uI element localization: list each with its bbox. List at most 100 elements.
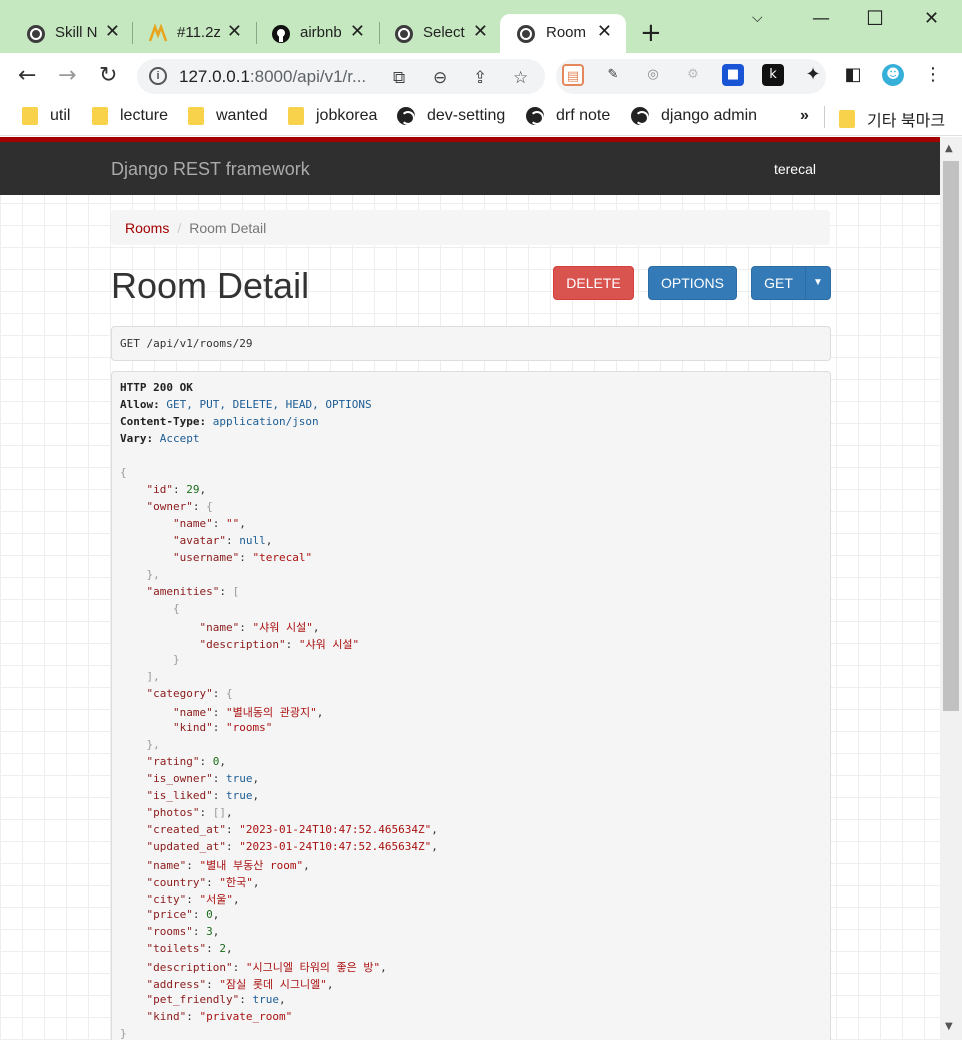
tab-skill[interactable]: Skill N ✕ <box>0 14 132 53</box>
request-info: GET /api/v1/rooms/29 <box>111 326 831 361</box>
eyedropper-icon[interactable]: ✎ <box>602 64 624 86</box>
tab-issue[interactable]: #11.2z ✕ <box>122 14 254 53</box>
json-line: "created_at": "2023-01-24T10:47:52.46563… <box>146 823 438 836</box>
k-extension-icon[interactable]: k <box>762 64 784 86</box>
bookmark-star-icon[interactable]: ☆ <box>513 68 528 88</box>
globe-icon <box>395 25 413 43</box>
response-info: HTTP 200 OK Allow: GET, PUT, DELETE, HEA… <box>111 371 831 1040</box>
bookmarks-overflow-button[interactable]: » <box>800 107 809 125</box>
json-line: "name": "", <box>172 517 246 530</box>
reload-icon[interactable]: ↻ <box>99 63 117 88</box>
avatar[interactable]: ☻ <box>882 64 904 86</box>
window-close-button[interactable]: ✕ <box>924 8 939 29</box>
tab-strip: Skill N ✕ #11.2z ✕ airbnb ✕ Select ✕ Roo… <box>0 0 962 53</box>
bookmark-label: django admin <box>661 107 758 124</box>
json-line: "kind": "rooms" <box>172 721 273 734</box>
page-scrollbar[interactable]: ▲ ▼ <box>940 137 962 1040</box>
bookmark-divider <box>824 106 825 128</box>
github-icon <box>272 25 290 43</box>
site-info-icon[interactable]: i <box>149 67 167 85</box>
url-text[interactable]: 127.0.0.1:8000/api/v1/r... <box>179 67 366 87</box>
folder-icon <box>288 107 304 125</box>
json-line: "address": "잠실 롯데 시그니엘", <box>146 978 334 991</box>
bookmark-wanted[interactable]: wanted <box>188 107 268 125</box>
tab-room[interactable]: Room ✕ <box>500 14 626 53</box>
new-tab-button[interactable]: + <box>640 18 662 48</box>
scroll-up-icon[interactable]: ▲ <box>945 143 953 154</box>
response-header: Content-Type: application/json <box>120 415 319 428</box>
tab-search-icon[interactable]: ⌵ <box>752 10 763 26</box>
puzzle-icon[interactable]: ✦ <box>802 64 824 86</box>
json-line: "description": "시그니엘 타워의 좋은 방", <box>146 961 387 974</box>
close-icon[interactable]: ✕ <box>597 21 612 42</box>
json-line: "description": "샤워 시설" <box>199 638 360 651</box>
bookmark-drf-note[interactable]: drf note <box>526 107 610 125</box>
tab-airbnb[interactable]: airbnb ✕ <box>245 14 377 53</box>
caret-down-icon: ▼ <box>813 277 823 288</box>
bookmark-django-admin[interactable]: django admin <box>631 107 757 125</box>
extension-tab-icon[interactable]: ▤ <box>562 64 584 86</box>
close-icon[interactable]: ✕ <box>227 21 242 42</box>
scroll-down-icon[interactable]: ▼ <box>945 1021 953 1032</box>
globe-icon <box>397 107 415 125</box>
tab-title: Select <box>423 24 465 41</box>
extension-circle-icon[interactable]: ◎ <box>642 64 664 86</box>
get-button[interactable]: GET <box>751 266 806 300</box>
bookmark-label: dev-setting <box>427 107 506 124</box>
menu-icon[interactable]: ⋮ <box>922 64 944 86</box>
bookmarks-bar: util lecture wanted jobkorea dev-setting… <box>0 100 962 136</box>
url-path: :8000/api/v1/r... <box>249 67 367 86</box>
share-icon[interactable]: ⇪ <box>473 68 487 88</box>
maximize-button[interactable]: ☐ <box>866 6 884 30</box>
folder-icon <box>22 107 38 125</box>
json-line: "owner": { <box>146 500 213 513</box>
bookmark-jobkorea[interactable]: jobkorea <box>288 107 377 125</box>
scrollbar-thumb[interactable] <box>943 161 959 711</box>
bookmark-util[interactable]: util <box>22 107 70 125</box>
tab-select[interactable]: Select ✕ <box>368 14 500 53</box>
breadcrumb-rooms-link[interactable]: Rooms <box>125 220 169 236</box>
bookmark-dev-setting[interactable]: dev-setting <box>397 107 505 125</box>
json-line: "country": "한국", <box>146 876 260 889</box>
delete-button[interactable]: DELETE <box>553 266 634 300</box>
close-icon[interactable]: ✕ <box>105 21 120 42</box>
breadcrumb-current: Room Detail <box>189 220 267 236</box>
options-button[interactable]: OPTIONS <box>648 266 737 300</box>
side-panel-icon[interactable]: ◧ <box>842 64 864 86</box>
page-viewport: Django REST framework terecal Rooms / Room… <box>0 137 940 1040</box>
translate-icon[interactable]: ⧉ <box>393 68 405 88</box>
json-line: "name": "별내 부동산 room", <box>146 859 310 872</box>
folder-icon <box>839 110 855 128</box>
json-line: "category": { <box>146 687 233 700</box>
url-host: 127.0.0.1 <box>179 67 250 86</box>
json-line: "avatar": null, <box>172 534 273 547</box>
close-icon[interactable]: ✕ <box>350 21 365 42</box>
bookmark-lecture[interactable]: lecture <box>92 107 168 125</box>
bookmark-label: wanted <box>216 107 268 124</box>
folder-icon <box>92 107 108 125</box>
address-bar[interactable]: i 127.0.0.1:8000/api/v1/r... ⧉ ⊖ ⇪ ☆ <box>137 59 545 94</box>
json-line: "rooms": 3, <box>146 925 220 938</box>
folder-icon <box>188 107 204 125</box>
globe-icon <box>526 107 544 125</box>
forward-icon[interactable]: → <box>58 63 76 88</box>
minimize-button[interactable]: — <box>812 8 830 29</box>
zoom-app-icon[interactable]: ■ <box>722 64 744 86</box>
json-line: "pet_friendly": true, <box>146 993 286 1006</box>
brand-link[interactable]: Django REST framework <box>111 159 310 180</box>
close-icon[interactable]: ✕ <box>473 21 488 42</box>
globe-icon <box>27 25 45 43</box>
user-menu[interactable]: terecal <box>774 161 816 177</box>
zoom-icon[interactable]: ⊖ <box>433 68 447 88</box>
json-line: "rating": 0, <box>146 755 226 768</box>
back-icon[interactable]: ← <box>18 63 36 88</box>
json-line: "id": 29, <box>146 483 207 496</box>
m-logo-icon <box>148 24 168 42</box>
bookmark-label: jobkorea <box>316 107 378 124</box>
breadcrumb-separator: / <box>177 220 182 236</box>
extension-gear-icon[interactable]: ⚙ <box>682 64 704 86</box>
bookmark-other[interactable]: 기타 북마크 <box>839 107 945 131</box>
bookmark-label: util <box>50 107 71 124</box>
get-format-dropdown[interactable]: ▼ <box>805 266 831 300</box>
tab-title: airbnb <box>300 24 342 41</box>
